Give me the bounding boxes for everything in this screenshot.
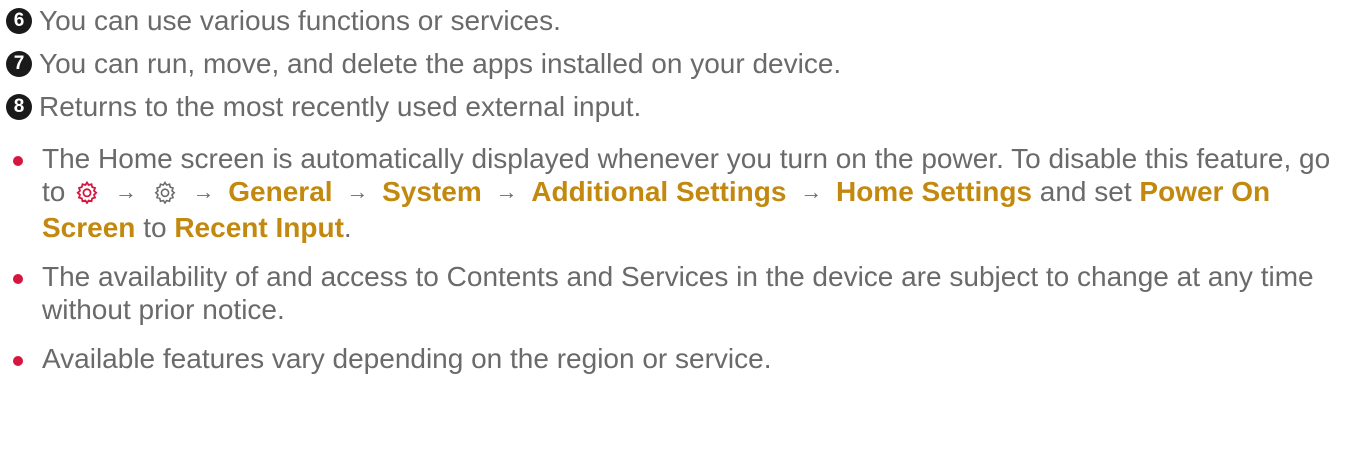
arrow-icon: → — [346, 179, 369, 204]
to-text: to — [143, 212, 167, 243]
bullet-text: The availability of and access to Conten… — [42, 261, 1314, 325]
number-badge: 8 — [6, 94, 32, 120]
menu-path-general: General — [228, 176, 333, 207]
number-badge: 6 — [6, 8, 32, 34]
document-page: 6 You can use various functions or servi… — [0, 0, 1362, 465]
arrow-icon: → — [495, 179, 518, 204]
settings-all-icon — [153, 178, 177, 211]
menu-path-system: System — [382, 176, 482, 207]
arrow-icon: → — [800, 179, 823, 204]
numbered-item-text: You can run, move, and delete the apps i… — [39, 48, 842, 79]
bullet-item-home-screen: The Home screen is automatically display… — [12, 142, 1342, 244]
arrow-icon: → — [192, 179, 215, 204]
period-text: . — [343, 212, 352, 243]
numbered-item-7: 7 You can run, move, and delete the apps… — [6, 48, 841, 80]
bullet-text: Available features vary depending on the… — [42, 343, 772, 374]
menu-path-home-settings: Home Settings — [835, 176, 1032, 207]
arrow-icon: → — [114, 179, 137, 204]
numbered-item-text: You can use various functions or service… — [39, 5, 561, 36]
and-set-text: and set — [1039, 176, 1132, 207]
bullet-list: The Home screen is automatically display… — [12, 142, 1342, 391]
number-badge: 7 — [6, 51, 32, 77]
value-recent-input: Recent Input — [174, 212, 344, 243]
numbered-item-text: Returns to the most recently used extern… — [39, 91, 642, 122]
settings-quick-icon — [75, 178, 99, 211]
numbered-item-6: 6 You can use various functions or servi… — [6, 5, 561, 37]
bullet-item-availability: The availability of and access to Conten… — [12, 260, 1342, 326]
numbered-item-8: 8 Returns to the most recently used exte… — [6, 91, 641, 123]
bullet-item-features: Available features vary depending on the… — [12, 342, 1342, 375]
menu-path-additional-settings: Additional Settings — [531, 176, 787, 207]
